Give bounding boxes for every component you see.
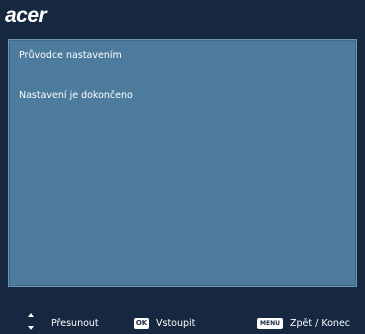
footer-hints: Přesunout OK Vstoupit MENU Zpět / Konec xyxy=(0,312,365,334)
arrow-up-icon xyxy=(28,313,34,317)
menu-key-icon: MENU xyxy=(257,318,283,329)
setup-wizard-panel: Průvodce nastavením Nastavení je dokonče… xyxy=(8,39,357,287)
ok-key-icon: OK xyxy=(134,318,149,329)
acer-logo: acer xyxy=(5,4,47,27)
enter-hint-label: Vstoupit xyxy=(156,318,196,329)
panel-title: Průvodce nastavením xyxy=(19,50,122,61)
back-exit-hint-label: Zpět / Konec xyxy=(290,318,351,329)
navigate-arrows xyxy=(28,312,36,334)
setup-complete-message: Nastavení je dokončeno xyxy=(19,90,133,101)
move-hint-label: Přesunout xyxy=(51,318,99,329)
arrow-down-icon xyxy=(28,326,34,330)
